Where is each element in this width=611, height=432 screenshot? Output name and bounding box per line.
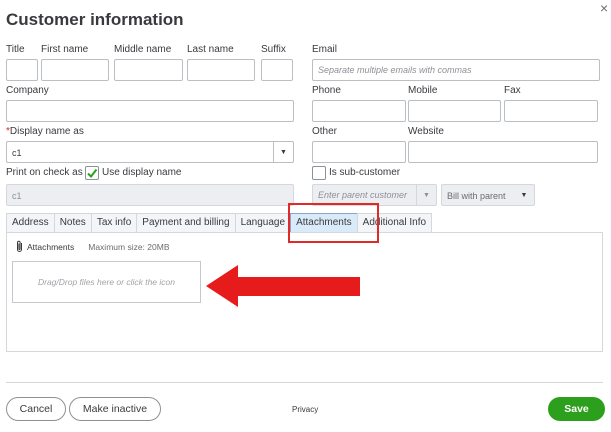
company-label: Company [6, 85, 49, 96]
chevron-down-icon[interactable]: ▼ [273, 142, 293, 162]
privacy-link[interactable]: Privacy [292, 405, 318, 414]
tab-address[interactable]: Address [6, 213, 55, 233]
print-on-check-value: c1 [12, 191, 22, 201]
title-input[interactable] [6, 59, 38, 81]
use-display-name-checkbox[interactable] [85, 166, 99, 180]
fax-label: Fax [504, 85, 521, 96]
tab-tax-info[interactable]: Tax info [90, 213, 138, 233]
display-name-label-wrap: *Display name as [6, 126, 84, 137]
checkmark-icon [87, 168, 98, 179]
mobile-label: Mobile [408, 85, 438, 96]
chevron-down-icon: ▼ [520, 191, 528, 199]
last-name-input[interactable] [187, 59, 255, 81]
first-name-input[interactable] [41, 59, 109, 81]
tab-notes[interactable]: Notes [53, 213, 92, 233]
sub-customer-checkbox[interactable] [312, 166, 326, 180]
save-button[interactable]: Save [548, 397, 605, 421]
phone-label: Phone [312, 85, 341, 96]
print-on-check-input: c1 [6, 184, 294, 206]
phone-input[interactable] [312, 100, 406, 122]
company-input[interactable] [6, 100, 294, 122]
footer-divider [6, 382, 603, 383]
billing-option-select: Bill with parent ▼ [441, 184, 535, 206]
tab-payment-and-billing[interactable]: Payment and billing [136, 213, 236, 233]
suffix-input[interactable] [261, 59, 293, 81]
attachment-dropzone[interactable]: Drag/Drop files here or click the icon [12, 261, 201, 303]
close-icon[interactable]: × [600, 0, 608, 16]
sub-customer-label: Is sub-customer [329, 167, 401, 178]
website-label: Website [408, 126, 444, 137]
dialog-title: Customer information [6, 10, 184, 29]
website-input[interactable] [408, 141, 598, 163]
mobile-input[interactable] [408, 100, 501, 122]
other-input[interactable] [312, 141, 406, 163]
email-input[interactable]: Separate multiple emails with commas [312, 59, 600, 81]
middle-name-label: Middle name [114, 44, 172, 55]
tab-language[interactable]: Language [234, 213, 292, 233]
email-placeholder: Separate multiple emails with commas [318, 65, 472, 75]
paperclip-icon[interactable] [15, 240, 24, 253]
use-display-name-label: Use display name [102, 167, 182, 178]
other-label: Other [312, 126, 338, 137]
red-arrow-icon [206, 265, 360, 307]
max-size-text: Maximum size: 20MB [88, 241, 170, 252]
last-name-label: Last name [187, 44, 234, 55]
middle-name-input[interactable] [114, 59, 183, 81]
attachments-header: Attachments Maximum size: 20MB [15, 240, 170, 253]
dropzone-text: Drag/Drop files here or click the icon [37, 277, 175, 287]
make-inactive-button[interactable]: Make inactive [69, 397, 161, 421]
title-label: Title [6, 44, 25, 55]
fax-input[interactable] [504, 100, 598, 122]
first-name-label: First name [41, 44, 89, 55]
suffix-label: Suffix [261, 44, 286, 55]
highlight-box [288, 203, 379, 243]
display-name-select[interactable]: c1 ▼ [6, 141, 294, 163]
attachments-label: Attachments [27, 241, 75, 252]
email-label: Email [312, 44, 338, 55]
display-name-label: Display name as [9, 126, 84, 137]
chevron-down-icon: ▼ [416, 185, 436, 205]
print-on-check-label: Print on check as [6, 167, 83, 178]
cancel-button[interactable]: Cancel [6, 397, 66, 421]
display-name-value: c1 [12, 148, 22, 158]
